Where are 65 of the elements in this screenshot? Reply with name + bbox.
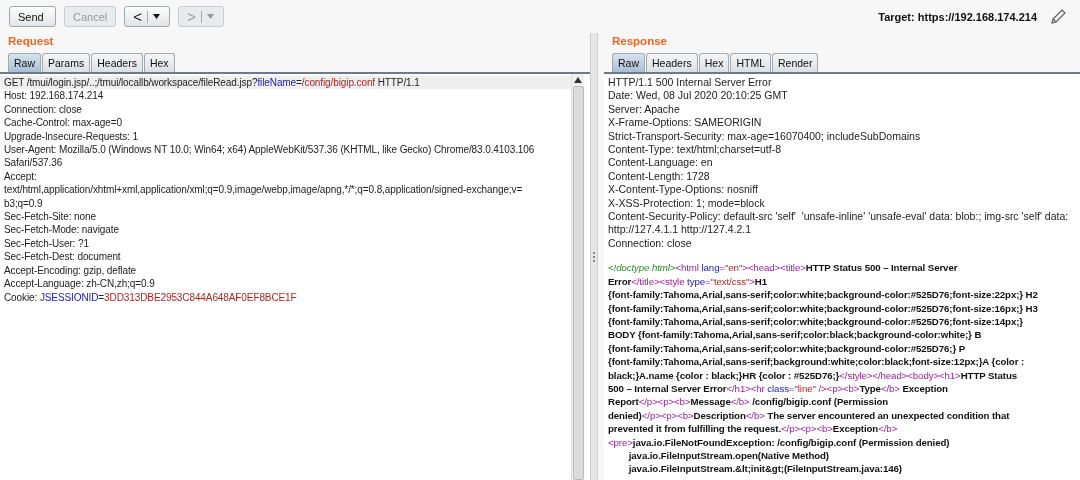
header-line: Content-Security-Policy: default-src 'self' 'unsafe-inline' 'unsafe-eval' data: blob:; img-src 'self' data: xyxy=(607,210,1070,224)
code-line: Sec-Fetch-Site: none xyxy=(3,210,97,224)
code-line: Accept-Encoding: gzip, deflate xyxy=(3,263,138,278)
tab[interactable]: HTML xyxy=(730,53,771,72)
code-line: Accept: xyxy=(3,169,38,184)
code-line: Sec-Fetch-Dest: document xyxy=(3,250,122,264)
code-line: Cookie: JSESSIONID=3DD313DBE2953C844A648AF0EF8BCE1F xyxy=(3,290,298,304)
code-line: Accept-Language: zh-CN,zh;q=0.9 xyxy=(3,277,156,291)
pencil-icon[interactable] xyxy=(1049,7,1067,26)
target-label: Target: https://192.168.174.214 xyxy=(878,10,1037,23)
splitter-handle[interactable] xyxy=(590,33,598,480)
code-line: BODY {font-family:Tahoma,Arial,sans-serif;color:black;background-color:white;} B xyxy=(607,328,983,342)
code-line: Connection: close xyxy=(3,102,83,117)
code-line: Cache-Control: max-age=0 xyxy=(3,116,123,130)
code-line: b3;q=0.9 xyxy=(3,196,44,211)
code-line: <pre>java.io.FileNotFoundException: /config/bigip.conf (Permission denied) xyxy=(607,435,951,449)
pane-title: Request xyxy=(7,34,55,49)
header-line: http://127.4.1.1 http://127.4.2.1 xyxy=(607,223,753,237)
tab[interactable]: Headers xyxy=(646,53,698,72)
header-line: Content-Length: 1728 xyxy=(607,169,711,184)
tab[interactable]: Raw xyxy=(8,53,41,72)
code-line: black;}A.name {color : black;}HR {color : #525D76;}</style></head><body><h1>HTTP Status xyxy=(607,368,1018,382)
tab[interactable]: Hex xyxy=(143,53,175,72)
code-line: {font-family:Tahoma,Arial,sans-serif;color:white;background-color:#525D76;font-size:16px;} H3 xyxy=(607,301,1039,315)
code-line: {font-family:Tahoma,Arial,sans-serif;background:white;color:black;font-size:12px;}A {color : xyxy=(607,355,1026,369)
code-line: {font-family:Tahoma,Arial,sans-serif;color:white;background-color:#525D76;font-size:14px;} xyxy=(607,314,1024,329)
caret-icon xyxy=(153,14,160,19)
header-line: X-XSS-Protection: 1; mode=block xyxy=(607,196,766,211)
header-line: X-Frame-Options: SAMEORIGIN xyxy=(607,116,763,130)
tab[interactable]: Hex xyxy=(698,53,730,72)
header-line: Date: Wed, 08 Jul 2020 20:10:25 GMT xyxy=(607,89,789,103)
code-line: Report</p><p><b>Message</b> /config/bigip.conf (Permission xyxy=(607,395,890,409)
code-line: User-Agent: Mozilla/5.0 (Windows NT 10.0; Win64; x64) AppleWebKit/537.36 (KHTML, like Gecko) Chrome/83.0.4103.106 xyxy=(3,143,536,157)
header-line: X-Content-Type-Options: nosniff xyxy=(607,183,759,197)
code-line: text/html,application/xhtml+xml,application/xml;q=0.9,image/webp,image/apng,*/*;q=0.8,application/signed-exchange;v= xyxy=(3,183,524,197)
code-line: <!doctype html><html lang="en"><head><title>HTTP Status 500 – Internal Server xyxy=(607,261,959,275)
code-line: java.io.FileInputStream.&lt;init&gt;(FileInputStream.java:146) xyxy=(627,462,903,476)
send-button[interactable]: Send xyxy=(9,6,56,27)
scroll-up-icon[interactable] xyxy=(574,77,582,83)
header-line: HTTP/1.1 500 Internal Server Error xyxy=(607,76,773,90)
code-line: Error</title><style type="text/css">H1 xyxy=(607,274,768,289)
tab[interactable]: Render xyxy=(772,53,819,72)
header-line: Server: Apache xyxy=(607,102,681,117)
code-line: Host: 192.168.174.214 xyxy=(3,89,105,103)
code-line: Safari/537.36 xyxy=(3,156,64,170)
scrollbar[interactable] xyxy=(571,74,584,480)
caret-icon xyxy=(207,14,214,19)
header-line: Connection: close xyxy=(607,236,693,251)
header-line: Content-Type: text/html;charset=utf-8 xyxy=(607,143,783,157)
code-line: Sec-Fetch-Mode: navigate xyxy=(3,223,120,237)
pane-title: Response xyxy=(611,34,668,49)
back-button[interactable]: < xyxy=(124,6,171,27)
code-line: Sec-Fetch-User: ?1 xyxy=(3,236,90,251)
tab[interactable]: Headers xyxy=(91,53,143,72)
header-line: Strict-Transport-Security: max-age=16070400; includeSubDomains xyxy=(607,129,922,144)
code-line: {font-family:Tahoma,Arial,sans-serif;color:white;background-color:#525D76;font-size:22px;} H2 xyxy=(607,288,1039,302)
code-line: java.io.FileInputStream.open(Native Method) xyxy=(627,448,830,463)
code-line: 500 – Internal Server Error</h1><hr class="line" /><p><b>Type</b> Exception xyxy=(607,381,949,396)
tab[interactable]: Params xyxy=(42,53,91,72)
code-line: {font-family:Tahoma,Arial,sans-serif;color:white;background-color:#525D76;} P xyxy=(607,341,967,356)
tab[interactable]: Raw xyxy=(612,53,645,72)
header-line: Content-Language: en xyxy=(607,156,714,170)
code-line: Upgrade-Insecure-Requests: 1 xyxy=(3,129,139,144)
code-line: denied)</p><p><b>Description</b> The server encountered an unexpected condition that xyxy=(607,408,1011,423)
code-line: prevented it from fulfilling the request.</p><p><b>Exception</b> xyxy=(607,422,899,436)
